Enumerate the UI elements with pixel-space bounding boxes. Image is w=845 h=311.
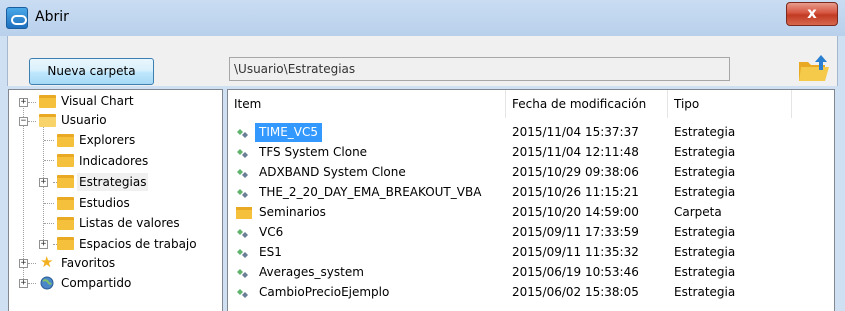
strategy-icon — [237, 249, 248, 258]
toolbar: Nueva carpeta \Usuario\Estrategias — [7, 36, 838, 86]
strategy-icon — [237, 229, 248, 238]
item-name: THE_2_20_DAY_EMA_BREAKOUT_VBA — [259, 185, 482, 199]
expand-toggle[interactable]: + — [19, 98, 28, 107]
item-type: Estrategia — [674, 265, 736, 279]
title-bar: Abrir x — [0, 0, 845, 36]
item-name: ADXBAND System Clone — [259, 165, 406, 179]
expand-toggle[interactable]: + — [39, 178, 48, 187]
item-date: 2015/06/19 10:53:46 — [512, 265, 639, 279]
column-header-date[interactable]: Fecha de modificación — [506, 90, 668, 118]
item-date: 2015/09/11 11:35:32 — [512, 245, 639, 259]
list-row[interactable]: VC6 2015/09/11 17:33:59 Estrategia — [228, 223, 834, 242]
item-type: Estrategia — [674, 125, 736, 139]
list-row[interactable]: THE_2_20_DAY_EMA_BREAKOUT_VBA 2015/10/26 … — [228, 183, 834, 202]
tree-item-visual-chart[interactable]: Visual Chart — [61, 92, 134, 110]
tree-item-espacios-de-trabajo[interactable]: Espacios de trabajo — [79, 235, 197, 253]
folder-icon — [57, 197, 74, 210]
collapse-toggle[interactable]: − — [19, 117, 28, 126]
expand-toggle[interactable]: + — [19, 279, 28, 288]
strategy-icon — [237, 129, 248, 138]
item-name: TFS System Clone — [259, 145, 368, 159]
list-row[interactable]: ADXBAND System Clone 2015/10/29 09:38:06 E… — [228, 163, 834, 182]
file-list: Item Fecha de modificación Tipo TIME_VC5… — [227, 89, 835, 311]
expand-toggle[interactable]: + — [39, 240, 48, 249]
folder-icon — [57, 154, 74, 167]
item-date: 2015/09/11 17:33:59 — [512, 225, 639, 239]
tree-item-estrategias[interactable]: Estrategias — [77, 173, 149, 191]
item-name: TIME_VC5 — [255, 123, 323, 142]
folder-icon — [57, 175, 74, 188]
item-date: 2015/11/04 12:11:48 — [512, 145, 639, 159]
new-folder-button[interactable]: Nueva carpeta — [29, 58, 154, 85]
tree-item-compartido[interactable]: Compartido — [61, 274, 131, 292]
app-icon — [6, 7, 28, 29]
list-row[interactable]: CambioPrecioEjemplo 2015/06/02 15:38:05 Es… — [228, 283, 834, 302]
list-row[interactable]: Averages_system 2015/06/19 10:53:46 Estrat… — [228, 263, 834, 282]
strategy-icon — [237, 149, 248, 158]
close-button[interactable]: x — [786, 2, 838, 26]
folder-icon — [57, 217, 74, 230]
item-type: Estrategia — [674, 245, 736, 259]
tree-item-indicadores[interactable]: Indicadores — [79, 152, 148, 170]
item-name: Seminarios — [259, 205, 326, 219]
item-type: Estrategia — [674, 145, 736, 159]
list-row[interactable]: TFS System Clone 2015/11/04 12:11:48 Estra… — [228, 143, 834, 162]
strategy-icon — [237, 189, 248, 198]
list-row[interactable]: Seminarios 2015/10/20 14:59:00 Carpeta — [228, 203, 834, 222]
folder-icon — [39, 95, 56, 108]
folder-icon — [57, 134, 74, 147]
folder-open-icon — [39, 114, 56, 127]
expand-toggle[interactable]: + — [19, 259, 28, 268]
star-icon: ★ — [40, 253, 54, 271]
item-date: 2015/10/20 14:59:00 — [512, 205, 639, 219]
folder-up-icon[interactable] — [797, 53, 831, 83]
folder-icon — [236, 207, 252, 219]
item-date: 2015/10/29 09:38:06 — [512, 165, 639, 179]
strategy-icon — [237, 269, 248, 278]
path-field[interactable]: \Usuario\Estrategias — [229, 57, 730, 81]
item-type: Estrategia — [674, 225, 736, 239]
list-row[interactable]: TIME_VC5 2015/11/04 15:37:37 Estrategia — [228, 123, 834, 142]
folder-tree: + Visual Chart − Usuario Explorers Indic… — [8, 89, 223, 311]
item-name: CambioPrecioEjemplo — [259, 285, 390, 299]
tree-item-explorers[interactable]: Explorers — [79, 131, 135, 149]
globe-icon — [40, 276, 54, 290]
tree-item-usuario[interactable]: Usuario — [61, 111, 107, 129]
window-title: Abrir — [35, 9, 69, 25]
strategy-icon — [237, 169, 248, 178]
item-date: 2015/10/26 11:15:21 — [512, 185, 639, 199]
item-date: 2015/11/04 15:37:37 — [512, 125, 639, 139]
column-header-type[interactable]: Tipo — [668, 90, 792, 118]
tree-item-favoritos[interactable]: Favoritos — [61, 254, 115, 272]
item-type: Estrategia — [674, 185, 736, 199]
item-type: Estrategia — [674, 285, 736, 299]
strategy-icon — [237, 289, 248, 298]
tree-item-listas-de-valores[interactable]: Listas de valores — [79, 214, 180, 232]
item-name: VC6 — [259, 225, 284, 239]
tree-item-estudios[interactable]: Estudios — [79, 194, 130, 212]
item-type: Estrategia — [674, 165, 736, 179]
list-row[interactable]: ES1 2015/09/11 11:35:32 Estrategia — [228, 243, 834, 262]
column-header-item[interactable]: Item — [228, 90, 506, 118]
item-date: 2015/06/02 15:38:05 — [512, 285, 639, 299]
item-name: Averages_system — [259, 265, 364, 279]
folder-icon — [57, 237, 74, 250]
item-type: Carpeta — [674, 205, 722, 219]
item-name: ES1 — [259, 245, 282, 259]
